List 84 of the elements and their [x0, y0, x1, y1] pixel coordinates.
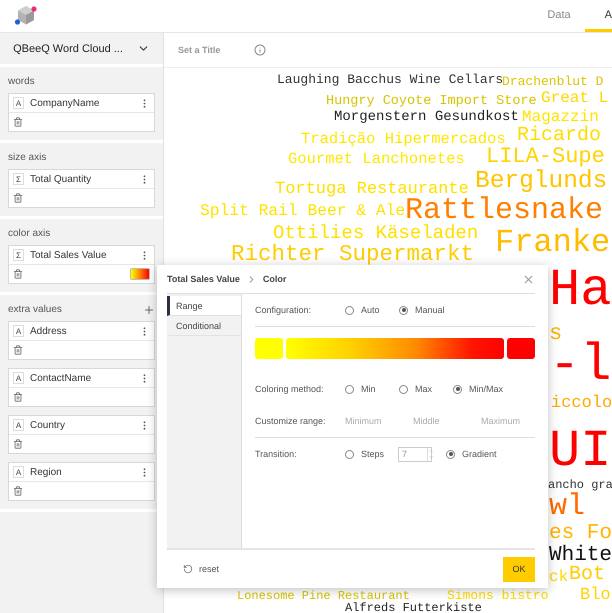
field-name: Country [30, 420, 66, 430]
field-name: Region [30, 466, 63, 478]
field-type-glyph: A [13, 466, 24, 478]
trash-icon[interactable] [13, 392, 23, 402]
customize-range-label: Customize range: [255, 416, 327, 426]
breadcrumb-item: Total Sales Value [167, 274, 240, 284]
range-input[interactable]: Minimum [345, 416, 399, 426]
cube-logo-icon [14, 5, 38, 27]
cloud-word: Franke [495, 227, 610, 259]
field-type-glyph: A [13, 325, 24, 337]
cloud-word: Berglunds [475, 170, 608, 194]
cloud-word: Richter Supermarkt [231, 243, 474, 266]
field-type-glyph: A [13, 97, 24, 109]
field-name: CompanyName [30, 98, 100, 108]
cloud-word: Drachenblut D [502, 75, 604, 88]
close-icon[interactable] [522, 272, 535, 286]
object-title: QBeeQ Word Cloud ... [13, 42, 123, 54]
field-type-glyph: Σ [13, 173, 24, 185]
cloud-word: Blo [580, 587, 611, 604]
range-input[interactable]: Middle [413, 416, 467, 426]
nav-tab[interactable]: Data [527, 0, 585, 32]
field-name: Address [30, 326, 68, 336]
trash-icon[interactable] [13, 117, 23, 127]
trash-icon[interactable] [13, 193, 23, 203]
color-swatch[interactable] [130, 268, 150, 280]
cloud-word: wl [549, 492, 586, 522]
trash-icon[interactable] [13, 486, 23, 496]
cloud-word: ck [549, 569, 568, 585]
cloud-word: Tradição Hipermercados [301, 132, 506, 148]
radio-option[interactable]: Auto [345, 305, 385, 315]
field-name: ContactName [30, 372, 92, 384]
radio-option[interactable]: Min/Max [453, 384, 504, 394]
cloud-word: Ha [549, 265, 612, 317]
section-label: words [8, 76, 35, 87]
cloud-word: ancho gra [548, 479, 612, 491]
cloud-word: UI [549, 426, 612, 478]
info-icon[interactable] [254, 44, 266, 56]
cloud-word: Ricardo [517, 126, 602, 146]
radio-option[interactable]: Manual [399, 305, 445, 315]
cloud-word: Split Rail Beer & Ale [200, 203, 406, 220]
breadcrumb-item: Color [262, 274, 286, 284]
add-icon[interactable] [143, 304, 155, 316]
max-color-block[interactable] [507, 338, 535, 359]
cloud-word: White [549, 545, 612, 566]
cloud-word: Laughing Bacchus Wine Cellars [277, 73, 504, 86]
cloud-word: Simons bistro [447, 589, 548, 602]
min-color-block[interactable] [255, 338, 283, 359]
radio-option[interactable]: Steps [345, 449, 384, 459]
coloring-method-label: Coloring method: [255, 384, 325, 394]
cloud-word: iccolo [551, 395, 612, 412]
ok-button[interactable]: OK [503, 556, 535, 582]
radio-option[interactable]: Max [399, 384, 439, 394]
trash-icon[interactable] [13, 439, 23, 449]
field-name: Total Sales Value [30, 250, 108, 260]
cloud-word: Ottilies Käseladen [273, 224, 478, 243]
cloud-word: LILA-Supe [486, 146, 605, 168]
field-type-glyph: Σ [13, 249, 24, 261]
cloud-word: Morgenstern Gesundkost [334, 110, 519, 124]
radio-option[interactable]: Min [345, 384, 385, 394]
cloud-word: Hungry Coyote Import Store [326, 95, 537, 108]
cloud-word: Lonesome Pine Restaurant [237, 590, 410, 602]
trash-icon[interactable] [13, 269, 23, 279]
cloud-word: Great L [541, 90, 608, 106]
section-label: color axis [8, 228, 50, 239]
radio-option[interactable]: Gradient [446, 449, 497, 459]
cloud-word: Tortuga Restaurante [275, 181, 469, 198]
dialog-tab[interactable]: Range [167, 296, 241, 316]
trash-icon[interactable] [13, 345, 23, 355]
range-input[interactable]: Maximum [481, 416, 535, 426]
cloud-word: Bot [569, 565, 606, 585]
field-type-glyph: A [13, 419, 24, 431]
field-type-glyph: A [13, 372, 24, 384]
section-label: size axis [8, 152, 46, 163]
cloud-word: Alfreds Futterkiste [345, 602, 482, 613]
cloud-word: Gourmet Lanchonetes [288, 152, 465, 168]
configuration-label: Configuration: [255, 305, 312, 315]
nav-tab[interactable]: A [584, 0, 612, 32]
reset-button[interactable]: reset [183, 564, 220, 574]
field-name: Total Quantity [30, 174, 92, 184]
cloud-word: es Fo [549, 523, 612, 544]
cloud-word: Magazzin [522, 109, 599, 125]
transition-label: Transition: [255, 449, 298, 459]
section-label: extra values [8, 304, 62, 315]
reset-icon [183, 564, 193, 574]
